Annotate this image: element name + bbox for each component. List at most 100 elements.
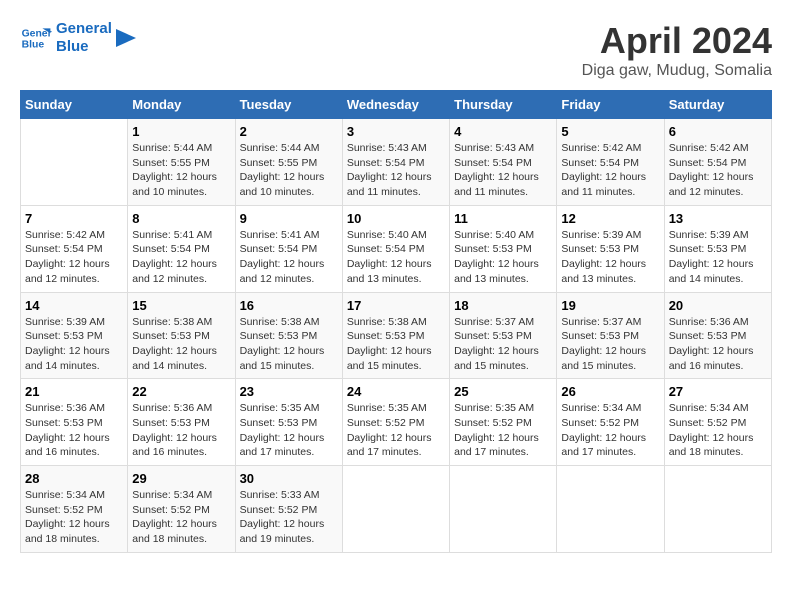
day-number: 30	[240, 471, 338, 486]
calendar-cell: 19 Sunrise: 5:37 AM Sunset: 5:53 PM Dayli…	[557, 292, 664, 379]
weekday-header-friday: Friday	[557, 91, 664, 119]
day-info: Sunrise: 5:43 AM Sunset: 5:54 PM Dayligh…	[454, 141, 552, 200]
calendar-cell: 16 Sunrise: 5:38 AM Sunset: 5:53 PM Dayli…	[235, 292, 342, 379]
month-title: April 2024	[582, 20, 772, 62]
day-info: Sunrise: 5:39 AM Sunset: 5:53 PM Dayligh…	[25, 315, 123, 374]
calendar-cell: 5Sunrise: 5:42 AM Sunset: 5:54 PM Daylig…	[557, 119, 664, 206]
calendar-cell: 23 Sunrise: 5:35 AM Sunset: 5:53 PM Dayli…	[235, 379, 342, 466]
day-info: Sunrise: 5:41 AM Sunset: 5:54 PM Dayligh…	[240, 228, 338, 287]
day-info: Sunrise: 5:42 AM Sunset: 5:54 PM Dayligh…	[25, 228, 123, 287]
day-number: 14	[25, 298, 123, 313]
day-number: 27	[669, 384, 767, 399]
day-info: Sunrise: 5:39 AM Sunset: 5:53 PM Dayligh…	[561, 228, 659, 287]
day-number: 23	[240, 384, 338, 399]
calendar-cell: 12 Sunrise: 5:39 AM Sunset: 5:53 PM Dayli…	[557, 205, 664, 292]
weekday-header-wednesday: Wednesday	[342, 91, 449, 119]
day-info: Sunrise: 5:44 AM Sunset: 5:55 PM Dayligh…	[240, 141, 338, 200]
day-number: 1	[132, 124, 230, 139]
location: Diga gaw, Mudug, Somalia	[582, 62, 772, 80]
day-info: Sunrise: 5:34 AM Sunset: 5:52 PM Dayligh…	[669, 401, 767, 460]
day-info: Sunrise: 5:42 AM Sunset: 5:54 PM Dayligh…	[669, 141, 767, 200]
day-info: Sunrise: 5:34 AM Sunset: 5:52 PM Dayligh…	[561, 401, 659, 460]
logo: General Blue General Blue	[20, 20, 136, 56]
calendar-cell: 21Sunrise: 5:36 AM Sunset: 5:53 PM Dayli…	[21, 379, 128, 466]
title-block: April 2024 Diga gaw, Mudug, Somalia	[582, 20, 772, 80]
day-info: Sunrise: 5:38 AM Sunset: 5:53 PM Dayligh…	[347, 315, 445, 374]
calendar-cell: 8Sunrise: 5:41 AM Sunset: 5:54 PM Daylig…	[128, 205, 235, 292]
day-number: 20	[669, 298, 767, 313]
calendar-cell: 24Sunrise: 5:35 AM Sunset: 5:52 PM Dayli…	[342, 379, 449, 466]
day-info: Sunrise: 5:40 AM Sunset: 5:54 PM Dayligh…	[347, 228, 445, 287]
day-number: 7	[25, 211, 123, 226]
calendar-cell: 2 Sunrise: 5:44 AM Sunset: 5:55 PM Daylig…	[235, 119, 342, 206]
day-number: 12	[561, 211, 659, 226]
week-row-2: 7 Sunrise: 5:42 AM Sunset: 5:54 PM Daylig…	[21, 205, 772, 292]
week-row-4: 21Sunrise: 5:36 AM Sunset: 5:53 PM Dayli…	[21, 379, 772, 466]
day-number: 26	[561, 384, 659, 399]
calendar-cell: 11 Sunrise: 5:40 AM Sunset: 5:53 PM Dayli…	[450, 205, 557, 292]
day-info: Sunrise: 5:34 AM Sunset: 5:52 PM Dayligh…	[25, 488, 123, 547]
day-info: Sunrise: 5:36 AM Sunset: 5:53 PM Dayligh…	[132, 401, 230, 460]
calendar-cell: 22 Sunrise: 5:36 AM Sunset: 5:53 PM Dayli…	[128, 379, 235, 466]
calendar-cell: 27 Sunrise: 5:34 AM Sunset: 5:52 PM Dayli…	[664, 379, 771, 466]
day-info: Sunrise: 5:37 AM Sunset: 5:53 PM Dayligh…	[561, 315, 659, 374]
day-info: Sunrise: 5:41 AM Sunset: 5:54 PM Dayligh…	[132, 228, 230, 287]
day-info: Sunrise: 5:34 AM Sunset: 5:52 PM Dayligh…	[132, 488, 230, 547]
day-number: 9	[240, 211, 338, 226]
day-info: Sunrise: 5:35 AM Sunset: 5:53 PM Dayligh…	[240, 401, 338, 460]
calendar-cell: 1 Sunrise: 5:44 AM Sunset: 5:55 PM Daylig…	[128, 119, 235, 206]
day-number: 3	[347, 124, 445, 139]
day-number: 29	[132, 471, 230, 486]
calendar-cell: 13 Sunrise: 5:39 AM Sunset: 5:53 PM Dayli…	[664, 205, 771, 292]
day-number: 11	[454, 211, 552, 226]
day-info: Sunrise: 5:39 AM Sunset: 5:53 PM Dayligh…	[669, 228, 767, 287]
day-number: 16	[240, 298, 338, 313]
day-info: Sunrise: 5:36 AM Sunset: 5:53 PM Dayligh…	[25, 401, 123, 460]
weekday-header-thursday: Thursday	[450, 91, 557, 119]
calendar-cell: 30Sunrise: 5:33 AM Sunset: 5:52 PM Dayli…	[235, 466, 342, 553]
day-info: Sunrise: 5:42 AM Sunset: 5:54 PM Dayligh…	[561, 141, 659, 200]
day-number: 17	[347, 298, 445, 313]
calendar-cell	[450, 466, 557, 553]
day-number: 22	[132, 384, 230, 399]
week-row-5: 28 Sunrise: 5:34 AM Sunset: 5:52 PM Dayli…	[21, 466, 772, 553]
page-header: General Blue General Blue April 2024 Dig…	[20, 20, 772, 80]
svg-text:Blue: Blue	[22, 40, 45, 51]
day-number: 18	[454, 298, 552, 313]
calendar-cell: 7 Sunrise: 5:42 AM Sunset: 5:54 PM Daylig…	[21, 205, 128, 292]
calendar-cell: 17 Sunrise: 5:38 AM Sunset: 5:53 PM Dayli…	[342, 292, 449, 379]
calendar-cell: 6 Sunrise: 5:42 AM Sunset: 5:54 PM Daylig…	[664, 119, 771, 206]
day-info: Sunrise: 5:38 AM Sunset: 5:53 PM Dayligh…	[240, 315, 338, 374]
calendar-cell: 29 Sunrise: 5:34 AM Sunset: 5:52 PM Dayli…	[128, 466, 235, 553]
weekday-header-saturday: Saturday	[664, 91, 771, 119]
calendar-cell: 3Sunrise: 5:43 AM Sunset: 5:54 PM Daylig…	[342, 119, 449, 206]
day-info: Sunrise: 5:44 AM Sunset: 5:55 PM Dayligh…	[132, 141, 230, 200]
day-info: Sunrise: 5:40 AM Sunset: 5:53 PM Dayligh…	[454, 228, 552, 287]
day-info: Sunrise: 5:35 AM Sunset: 5:52 PM Dayligh…	[454, 401, 552, 460]
day-number: 6	[669, 124, 767, 139]
calendar-cell: 14 Sunrise: 5:39 AM Sunset: 5:53 PM Dayli…	[21, 292, 128, 379]
header-row: SundayMondayTuesdayWednesdayThursdayFrid…	[21, 91, 772, 119]
day-number: 2	[240, 124, 338, 139]
calendar-cell: 10Sunrise: 5:40 AM Sunset: 5:54 PM Dayli…	[342, 205, 449, 292]
day-info: Sunrise: 5:38 AM Sunset: 5:53 PM Dayligh…	[132, 315, 230, 374]
day-info: Sunrise: 5:36 AM Sunset: 5:53 PM Dayligh…	[669, 315, 767, 374]
calendar-cell	[21, 119, 128, 206]
weekday-header-monday: Monday	[128, 91, 235, 119]
calendar-cell: 9 Sunrise: 5:41 AM Sunset: 5:54 PM Daylig…	[235, 205, 342, 292]
day-number: 13	[669, 211, 767, 226]
calendar-cell: 26 Sunrise: 5:34 AM Sunset: 5:52 PM Dayli…	[557, 379, 664, 466]
day-number: 19	[561, 298, 659, 313]
day-info: Sunrise: 5:35 AM Sunset: 5:52 PM Dayligh…	[347, 401, 445, 460]
logo-icon: General Blue	[20, 22, 52, 54]
week-row-1: 1 Sunrise: 5:44 AM Sunset: 5:55 PM Daylig…	[21, 119, 772, 206]
day-number: 15	[132, 298, 230, 313]
calendar-cell: 28 Sunrise: 5:34 AM Sunset: 5:52 PM Dayli…	[21, 466, 128, 553]
logo-line1: General	[56, 20, 112, 38]
calendar-cell: 4Sunrise: 5:43 AM Sunset: 5:54 PM Daylig…	[450, 119, 557, 206]
day-number: 25	[454, 384, 552, 399]
day-number: 28	[25, 471, 123, 486]
logo-line2: Blue	[56, 38, 112, 56]
calendar-cell: 20 Sunrise: 5:36 AM Sunset: 5:53 PM Dayli…	[664, 292, 771, 379]
calendar-cell: 18Sunrise: 5:37 AM Sunset: 5:53 PM Dayli…	[450, 292, 557, 379]
